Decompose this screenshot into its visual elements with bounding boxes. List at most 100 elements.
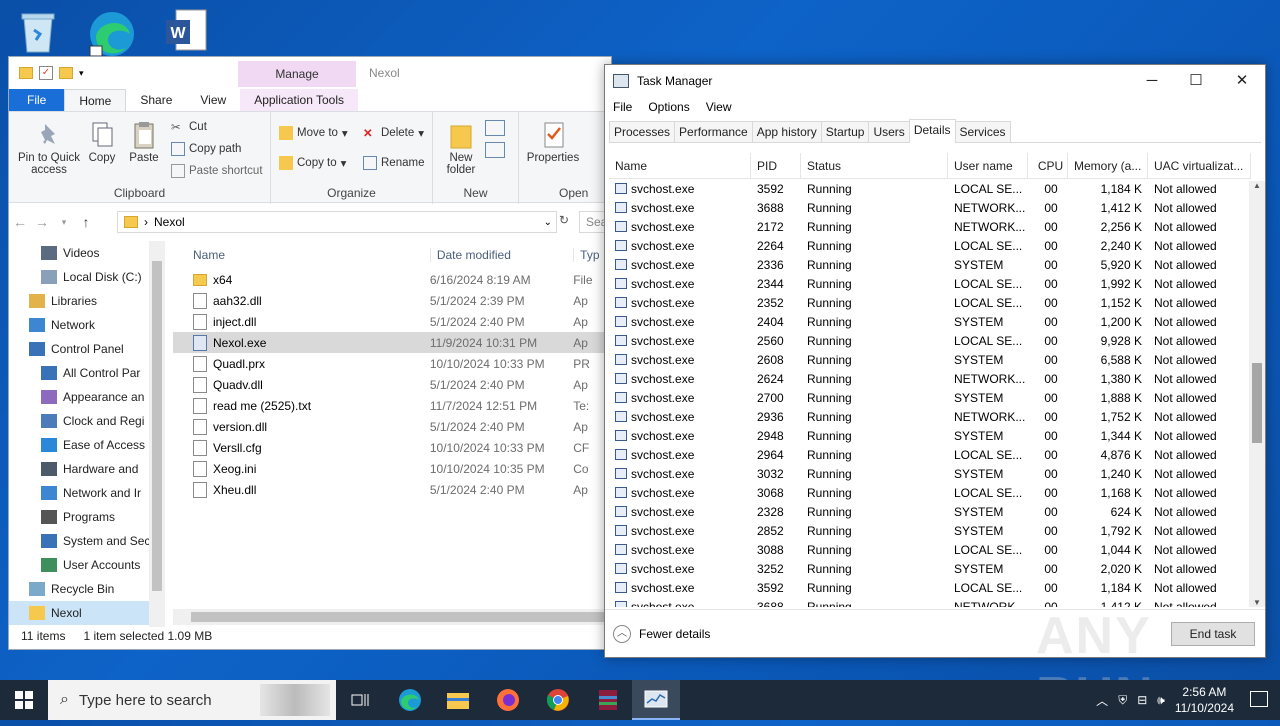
nav-item[interactable]: Network and Ir [9, 481, 165, 505]
file-row[interactable]: x64 6/16/2024 8:19 AM File [173, 269, 613, 290]
menu-file[interactable]: File [613, 100, 632, 114]
tab-file[interactable]: File [9, 89, 65, 111]
edge-icon[interactable] [86, 6, 138, 58]
clock[interactable]: 2:56 AM 11/10/2024 [1175, 684, 1234, 716]
tab-app-history[interactable]: App history [751, 121, 822, 142]
paste-button[interactable]: Paste [125, 120, 163, 164]
nav-item[interactable]: System and Sec [9, 529, 165, 553]
nav-item[interactable]: Hardware and [9, 457, 165, 481]
process-row[interactable]: svchost.exe 3688 Running NETWORK... 00 1,412 … [609, 198, 1251, 217]
column-date-modified[interactable]: Date modified [429, 248, 573, 262]
edge-icon[interactable] [386, 680, 434, 720]
fewer-details-link[interactable]: Fewer details [639, 627, 710, 641]
process-row[interactable]: svchost.exe 2948 Running SYSTEM 00 1,344 K Not… [609, 426, 1251, 445]
scrollbar-thumb[interactable] [152, 261, 162, 591]
nav-item[interactable]: Local Disk (C:) [9, 265, 165, 289]
process-row[interactable]: svchost.exe 2936 Running NETWORK... 00 1,752 … [609, 407, 1251, 426]
properties-button[interactable]: Properties [523, 120, 583, 164]
breadcrumb[interactable]: Nexol [154, 215, 185, 229]
new-item-icon[interactable] [485, 120, 505, 136]
up-arrow-icon[interactable]: ↑ [75, 214, 97, 230]
column-pid[interactable]: PID [751, 153, 801, 179]
chevron-up-icon[interactable]: ︿ [1096, 692, 1108, 709]
paste-shortcut-button[interactable]: Paste shortcut [171, 164, 263, 178]
back-arrow-icon[interactable]: ← [9, 214, 31, 230]
nav-item[interactable]: Clock and Regi [9, 409, 165, 433]
cut-button[interactable]: ✂ Cut [171, 120, 207, 134]
tab-services[interactable]: Services [954, 121, 1011, 142]
chevron-up-icon[interactable]: ︿ [613, 624, 631, 643]
process-row[interactable]: svchost.exe 3032 Running SYSTEM 00 1,240 K Not… [609, 464, 1251, 483]
process-row[interactable]: svchost.exe 2264 Running LOCAL SE... 00 2,240… [609, 236, 1251, 255]
file-row[interactable]: Xeog.ini 10/10/2024 10:35 PM Co [173, 458, 613, 479]
winrar-icon[interactable] [584, 680, 632, 720]
qat-dropdown-icon[interactable]: ▾ [79, 68, 84, 79]
address-box[interactable]: › Nexol ⌄ [117, 211, 557, 233]
file-row[interactable]: Nexol.exe 11/9/2024 10:31 PM Ap [173, 332, 613, 353]
details-scrollbar[interactable]: ▲ ▼ [1249, 181, 1265, 607]
nav-item[interactable]: Programs [9, 505, 165, 529]
process-row[interactable]: svchost.exe 2964 Running LOCAL SE... 00 4,876… [609, 445, 1251, 464]
process-row[interactable]: svchost.exe 2344 Running LOCAL SE... 00 1,992… [609, 274, 1251, 293]
process-row[interactable]: svchost.exe 3252 Running SYSTEM 00 2,020 K Not… [609, 559, 1251, 578]
menu-options[interactable]: Options [648, 100, 689, 114]
file-row[interactable]: inject.dll 5/1/2024 2:40 PM Ap [173, 311, 613, 332]
column-name[interactable]: Name [173, 248, 430, 262]
easy-access-icon[interactable] [485, 142, 505, 158]
network-icon[interactable]: ⊟ [1137, 693, 1147, 707]
process-row[interactable]: svchost.exe 2336 Running SYSTEM 00 5,920 K Not… [609, 255, 1251, 274]
scrollbar-thumb[interactable] [191, 612, 611, 622]
taskbar-search[interactable]: ⌕ Type here to search [48, 680, 336, 720]
copy-to-button[interactable]: Copy to ▾ [279, 156, 346, 170]
column-status[interactable]: Status [801, 153, 948, 179]
recycle-bin-icon[interactable] [12, 6, 64, 58]
chrome-icon[interactable] [534, 680, 582, 720]
column-uac-virtualization[interactable]: UAC virtualizat... [1148, 153, 1251, 179]
file-row[interactable]: read me (2525).txt 11/7/2024 12:51 PM Te: [173, 395, 613, 416]
tab-performance[interactable]: Performance [674, 121, 753, 142]
firefox-icon[interactable] [484, 680, 532, 720]
file-row[interactable]: aah32.dll 5/1/2024 2:39 PM Ap [173, 290, 613, 311]
new-folder-icon[interactable] [59, 67, 73, 79]
properties-check-icon[interactable]: ✓ [39, 66, 53, 80]
pin-quick-access-button[interactable]: Pin to Quick access [13, 120, 85, 176]
column-memory[interactable]: Memory (a... [1068, 153, 1148, 179]
rename-button[interactable]: Rename [363, 156, 424, 170]
volume-icon[interactable]: 🕪 [1157, 693, 1165, 708]
tab-home[interactable]: Home [64, 89, 127, 111]
process-row[interactable]: svchost.exe 3068 Running LOCAL SE... 00 1,168… [609, 483, 1251, 502]
scrollbar-thumb[interactable] [1252, 363, 1262, 443]
minimize-button[interactable]: ─ [1129, 65, 1175, 97]
scroll-up-icon[interactable]: ▲ [1249, 181, 1265, 190]
tab-startup[interactable]: Startup [820, 121, 870, 142]
nav-item[interactable]: Ease of Access [9, 433, 165, 457]
nav-item[interactable]: Appearance an [9, 385, 165, 409]
nav-item[interactable]: Control Panel [9, 337, 165, 361]
nav-item[interactable]: Libraries [9, 289, 165, 313]
file-row[interactable]: Versll.cfg 10/10/2024 10:33 PM CF [173, 437, 613, 458]
tab-view[interactable]: View [186, 89, 240, 111]
notification-icon[interactable] [1250, 691, 1268, 707]
file-explorer-icon[interactable] [434, 680, 482, 720]
start-button[interactable] [0, 680, 48, 720]
process-row[interactable]: svchost.exe 3088 Running LOCAL SE... 00 1,044… [609, 540, 1251, 559]
security-icon[interactable]: ⛨ [1118, 693, 1127, 708]
manage-context-tab[interactable]: Manage [238, 61, 356, 87]
process-row[interactable]: svchost.exe 3592 Running LOCAL SE... 00 1,184… [609, 578, 1251, 597]
new-folder-button[interactable]: New folder [439, 120, 483, 176]
file-row[interactable]: Xheu.dll 5/1/2024 2:40 PM Ap [173, 479, 613, 500]
column-cpu[interactable]: CPU [1028, 153, 1068, 179]
process-row[interactable]: svchost.exe 2560 Running LOCAL SE... 00 9,928… [609, 331, 1251, 350]
file-row[interactable]: version.dll 5/1/2024 2:40 PM Ap [173, 416, 613, 437]
address-dropdown-icon[interactable]: ⌄ [544, 217, 552, 228]
copy-button[interactable]: Copy [85, 120, 119, 164]
delete-button[interactable]: ✕ Delete ▾ [363, 126, 424, 140]
forward-arrow-icon[interactable]: → [31, 214, 53, 230]
nav-item[interactable]: Videos [9, 241, 165, 265]
copy-path-button[interactable]: Copy path [171, 142, 241, 156]
process-row[interactable]: svchost.exe 2852 Running SYSTEM 00 1,792 K Not… [609, 521, 1251, 540]
nav-item[interactable]: Nexol [9, 601, 165, 625]
column-name[interactable]: Name [609, 153, 751, 179]
process-row[interactable]: svchost.exe 2608 Running SYSTEM 00 6,588 K Not… [609, 350, 1251, 369]
file-row[interactable]: Quadl.prx 10/10/2024 10:33 PM PR [173, 353, 613, 374]
